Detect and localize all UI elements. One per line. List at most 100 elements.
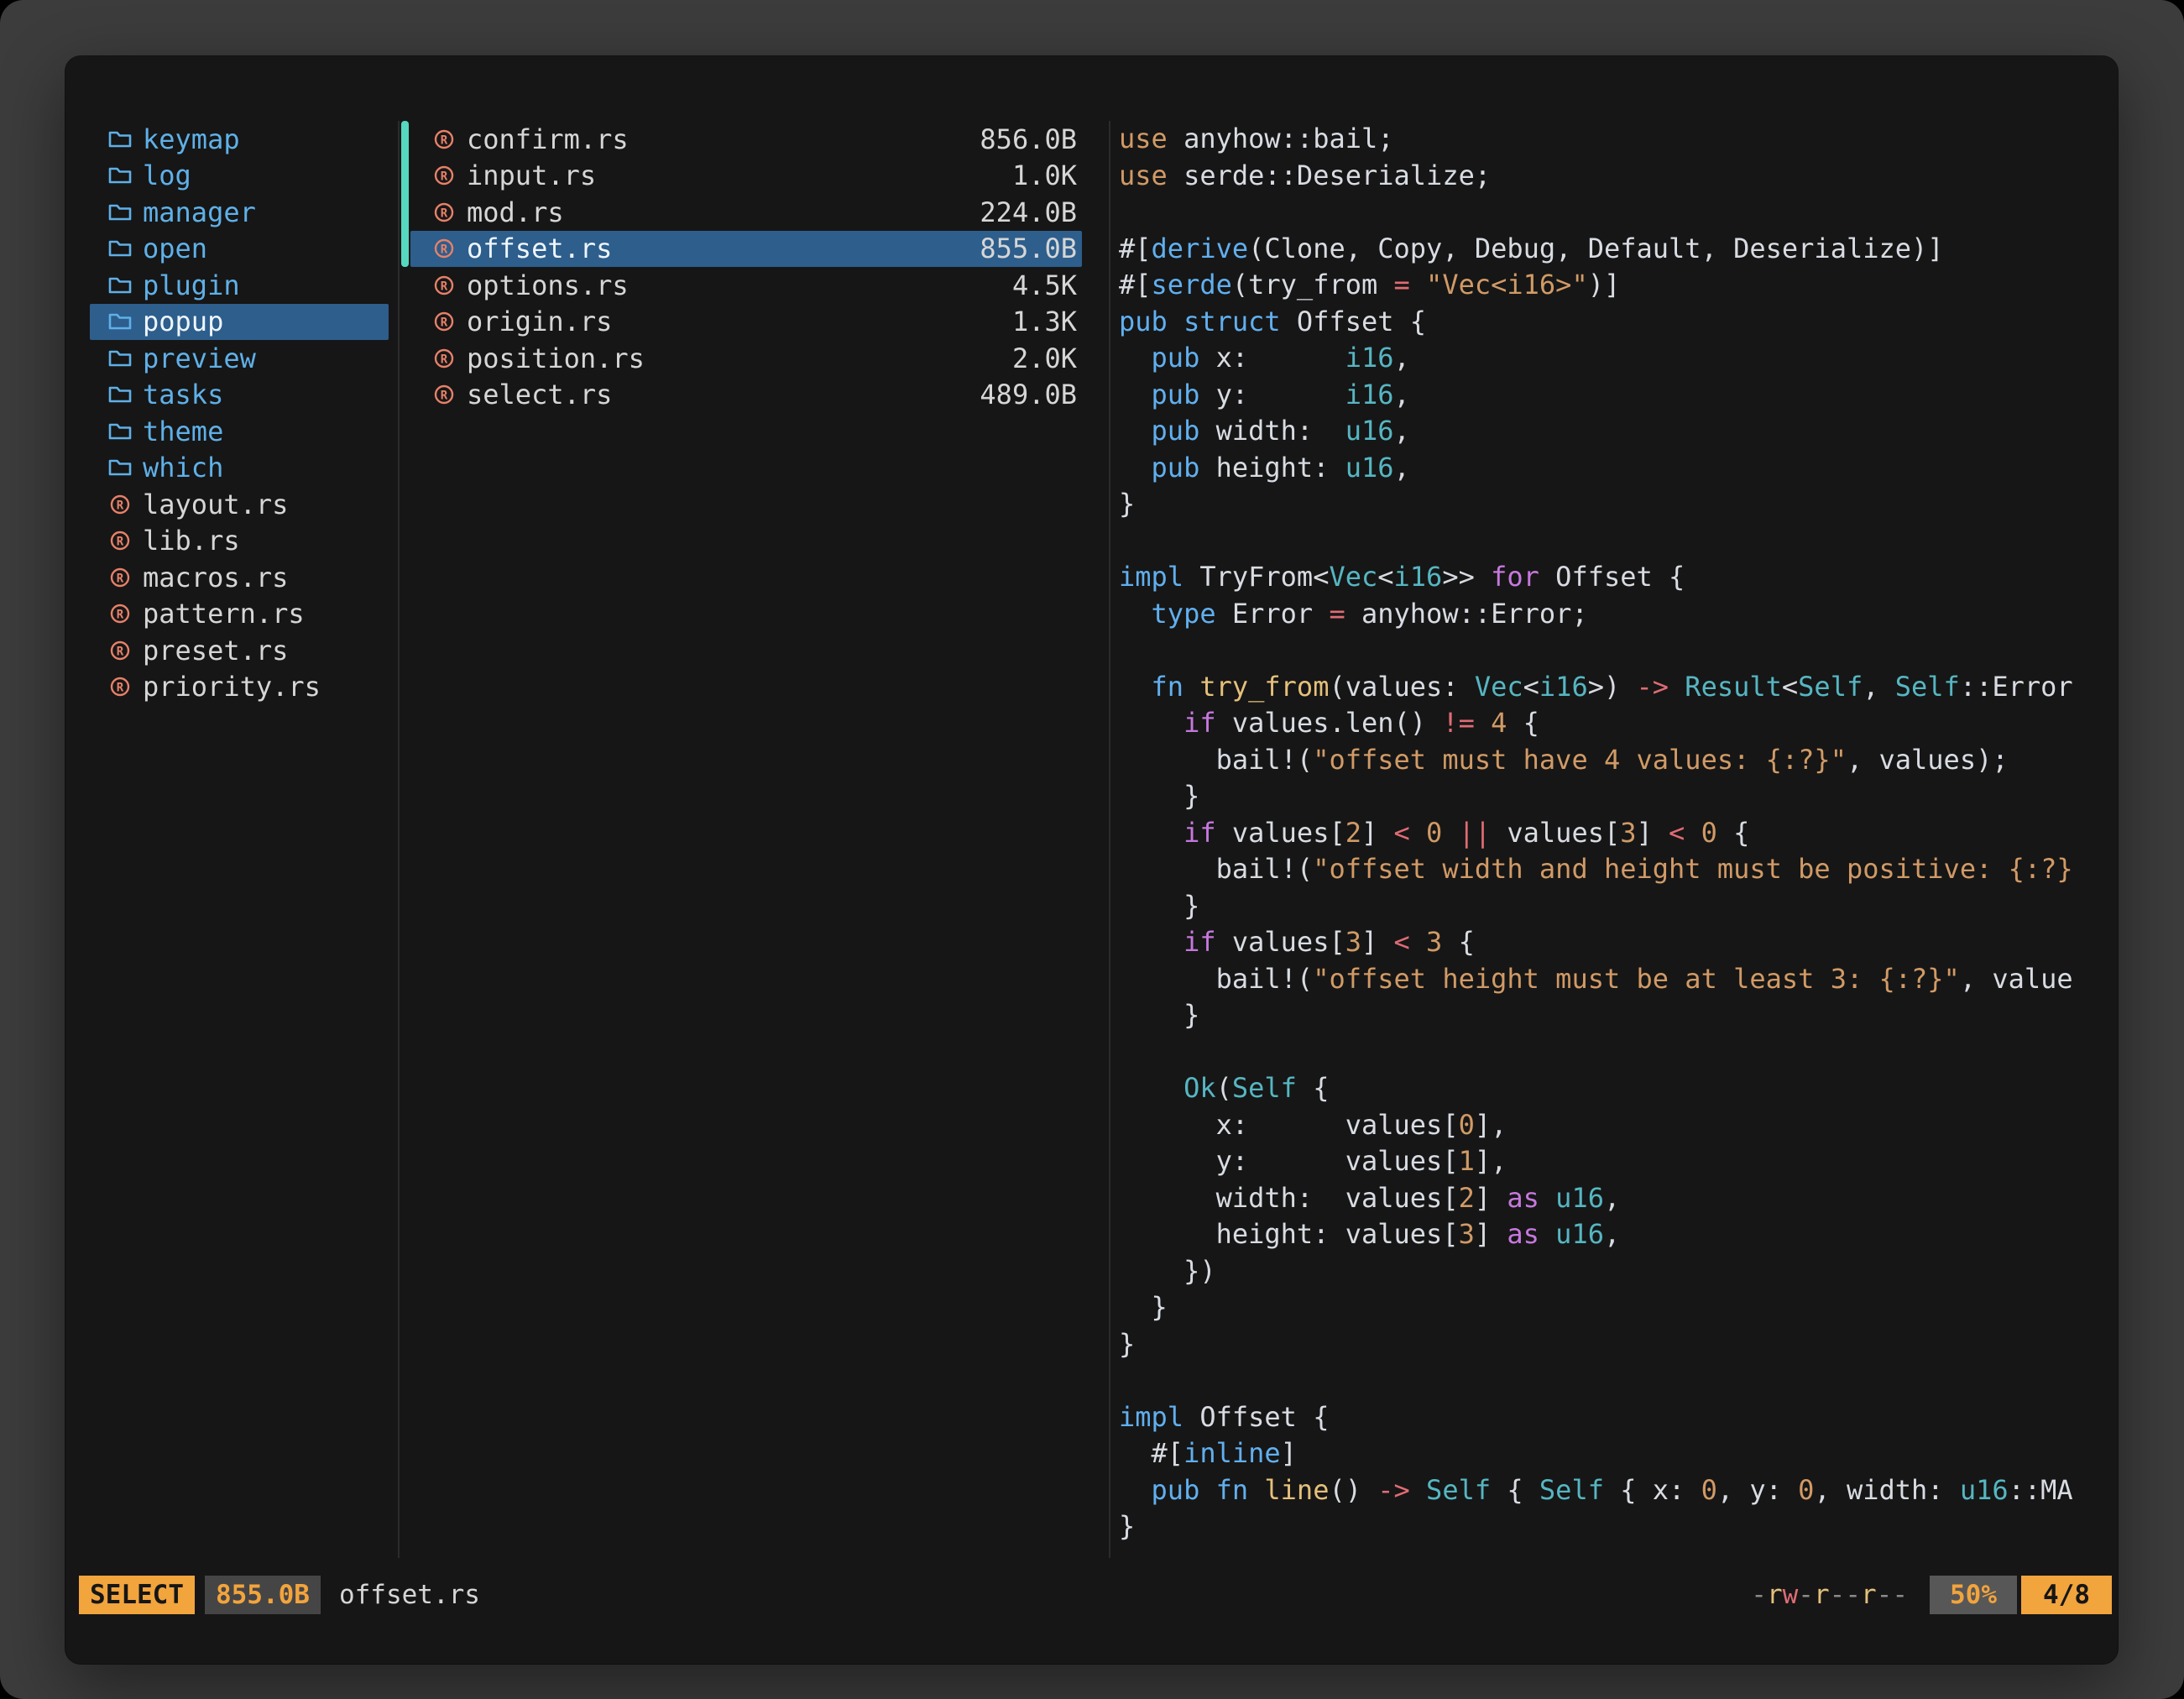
code-line: pub x: i16, bbox=[1119, 340, 2109, 377]
file-row-confirm-rs[interactable]: Rconfirm.rs856.0B bbox=[410, 121, 1082, 158]
code-line: } bbox=[1119, 888, 2109, 925]
sidebar-entry-priority-rs[interactable]: Rpriority.rs bbox=[90, 669, 389, 706]
entry-label: macros.rs bbox=[143, 562, 288, 593]
code-line: x: values[0], bbox=[1119, 1107, 2109, 1144]
file-preview-pane[interactable]: use anyhow::bail;use serde::Deserialize;… bbox=[1119, 121, 2109, 1558]
svg-text:R: R bbox=[441, 243, 448, 257]
rust-file-icon: R bbox=[107, 492, 133, 517]
file-size: 489.0B bbox=[980, 379, 1077, 410]
svg-text:R: R bbox=[441, 280, 448, 293]
file-size: 856.0B bbox=[980, 123, 1077, 155]
status-filename: offset.rs bbox=[339, 1580, 480, 1610]
current-directory-pane: Rconfirm.rs856.0BRinput.rs1.0KRmod.rs224… bbox=[410, 121, 1082, 413]
sidebar-entry-keymap[interactable]: keymap bbox=[90, 121, 389, 158]
pane-divider-right bbox=[1109, 121, 1110, 1558]
code-line: } bbox=[1119, 997, 2109, 1034]
rust-file-icon: R bbox=[107, 638, 133, 663]
code-line: impl TryFrom<Vec<i16>> for Offset { bbox=[1119, 559, 2109, 596]
svg-text:R: R bbox=[441, 133, 448, 147]
file-name: select.rs bbox=[467, 379, 612, 410]
sidebar-entry-plugin[interactable]: plugin bbox=[90, 267, 389, 304]
code-line: fn try_from(values: Vec<i16>) -> Result<… bbox=[1119, 669, 2109, 706]
code-line: Ok(Self { bbox=[1119, 1070, 2109, 1107]
file-size: 1.0K bbox=[1012, 159, 1077, 191]
code-line: } bbox=[1119, 1289, 2109, 1326]
sidebar-entry-macros-rs[interactable]: Rmacros.rs bbox=[90, 559, 389, 596]
sidebar-entry-pattern-rs[interactable]: Rpattern.rs bbox=[90, 596, 389, 633]
file-row-select-rs[interactable]: Rselect.rs 489.0B bbox=[410, 377, 1082, 414]
file-size-badge: 855.0B bbox=[205, 1576, 321, 1614]
sidebar-entry-log[interactable]: log bbox=[90, 158, 389, 195]
status-bar-right: -rw-r--r-- 50% 4/8 bbox=[1751, 1576, 2112, 1614]
folder-icon bbox=[107, 384, 133, 405]
code-line: pub y: i16, bbox=[1119, 377, 2109, 414]
rust-file-icon: R bbox=[431, 127, 457, 152]
code-line: pub struct Offset { bbox=[1119, 304, 2109, 341]
entry-label: pattern.rs bbox=[143, 598, 305, 630]
svg-text:R: R bbox=[117, 572, 124, 585]
parent-directory-pane: keymap logmanageropen pluginpopuppreviewta… bbox=[90, 121, 389, 705]
folder-icon bbox=[107, 128, 133, 150]
rust-file-icon: R bbox=[107, 565, 133, 590]
code-line: pub width: u16, bbox=[1119, 413, 2109, 450]
sidebar-entry-tasks[interactable]: tasks bbox=[90, 377, 389, 414]
file-row-origin-rs[interactable]: Rorigin.rs1.3K bbox=[410, 304, 1082, 341]
mode-badge: SELECT bbox=[79, 1576, 195, 1614]
sidebar-entry-preview[interactable]: preview bbox=[90, 340, 389, 377]
svg-text:R: R bbox=[441, 170, 448, 184]
entry-label: log bbox=[143, 159, 191, 191]
file-name: origin.rs bbox=[467, 306, 612, 337]
yazi-file-manager-window: keymap logmanageropen pluginpopuppreviewta… bbox=[65, 56, 2118, 1664]
code-line: bail!("offset height must be at least 3:… bbox=[1119, 961, 2109, 998]
folder-icon bbox=[107, 311, 133, 332]
permissions-text: -rw-r--r-- bbox=[1751, 1580, 1908, 1610]
entry-label: keymap bbox=[143, 123, 240, 155]
rust-file-icon: R bbox=[431, 309, 457, 334]
rust-file-icon: R bbox=[431, 382, 457, 407]
scroll-percent-badge: 50% bbox=[1930, 1576, 2017, 1614]
pane-divider-left bbox=[398, 121, 400, 1558]
sidebar-entry-preset-rs[interactable]: Rpreset.rs bbox=[90, 632, 389, 669]
entry-label: layout.rs bbox=[143, 489, 288, 520]
code-line: } bbox=[1119, 1326, 2109, 1363]
code-line bbox=[1119, 1362, 2109, 1399]
code-line: }) bbox=[1119, 1253, 2109, 1290]
entry-label: open bbox=[143, 233, 207, 264]
code-line: impl Offset { bbox=[1119, 1399, 2109, 1436]
folder-icon bbox=[107, 201, 133, 223]
code-line: #[inline] bbox=[1119, 1435, 2109, 1472]
sidebar-entry-open[interactable]: open bbox=[90, 231, 389, 268]
file-name: options.rs bbox=[467, 269, 629, 301]
sidebar-entry-layout-rs[interactable]: Rlayout.rs bbox=[90, 486, 389, 523]
file-row-position-rs[interactable]: Rposition.rs2.0K bbox=[410, 340, 1082, 377]
rust-file-icon: R bbox=[107, 601, 133, 626]
code-line: width: values[2] as u16, bbox=[1119, 1180, 2109, 1217]
file-row-options-rs[interactable]: Roptions.rs4.5K bbox=[410, 267, 1082, 304]
sidebar-entry-manager[interactable]: manager bbox=[90, 194, 389, 231]
code-line: } bbox=[1119, 778, 2109, 815]
code-line: use anyhow::bail; bbox=[1119, 121, 2109, 158]
sidebar-entry-theme[interactable]: theme bbox=[90, 413, 389, 450]
entry-label: priority.rs bbox=[143, 671, 321, 703]
code-line: if values.len() != 4 { bbox=[1119, 705, 2109, 742]
code-line: pub fn line() -> Self { Self { x: 0, y: … bbox=[1119, 1472, 2109, 1509]
svg-text:R: R bbox=[117, 682, 124, 695]
file-row-offset-rs[interactable]: Roffset.rs855.0B bbox=[410, 231, 1082, 268]
rust-file-icon: R bbox=[431, 273, 457, 298]
code-line bbox=[1119, 523, 2109, 560]
sidebar-entry-popup[interactable]: popup bbox=[90, 304, 389, 341]
scrollbar-thumb[interactable] bbox=[401, 121, 409, 267]
file-size: 224.0B bbox=[980, 196, 1077, 228]
file-size: 855.0B bbox=[980, 233, 1077, 264]
code-line: } bbox=[1119, 1508, 2109, 1545]
code-line: } bbox=[1119, 486, 2109, 523]
file-row-mod-rs[interactable]: Rmod.rs224.0B bbox=[410, 194, 1082, 231]
entry-label: tasks bbox=[143, 379, 223, 410]
sidebar-entry-lib-rs[interactable]: Rlib.rs bbox=[90, 523, 389, 560]
code-line: pub height: u16, bbox=[1119, 450, 2109, 487]
file-row-input-rs[interactable]: Rinput.rs1.0K bbox=[410, 158, 1082, 195]
sidebar-entry-which[interactable]: which bbox=[90, 450, 389, 487]
entry-label: plugin bbox=[143, 269, 240, 301]
rust-file-icon: R bbox=[107, 528, 133, 553]
list-position-badge: 4/8 bbox=[2021, 1576, 2112, 1614]
